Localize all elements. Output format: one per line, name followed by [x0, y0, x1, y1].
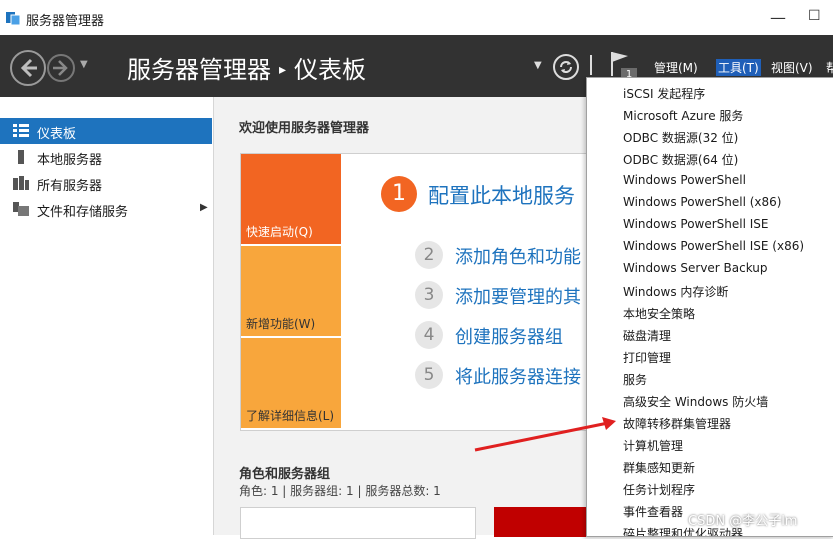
menu-tools[interactable]: 工具(T) — [716, 59, 761, 76]
menu-item-services[interactable]: 服务 — [623, 371, 647, 388]
tile-label: 新增功能(W) — [246, 317, 316, 331]
arrow-right-icon — [53, 60, 68, 76]
dashboard-icon — [13, 124, 29, 137]
sidebar-item-file-storage[interactable]: 文件和存储服务 ▶ — [0, 196, 212, 222]
breadcrumb-separator: ▸ — [279, 62, 287, 78]
sidebar-item-all-servers[interactable]: 所有服务器 — [0, 170, 212, 196]
menu-item-computer-management[interactable]: 计算机管理 — [623, 437, 683, 454]
role-card[interactable] — [240, 507, 476, 539]
header-divider — [590, 55, 592, 75]
annotation-arrow-icon — [474, 417, 616, 452]
watermark: CSDN @李公子lm — [688, 514, 798, 529]
sidebar-item-label: 本地服务器 — [37, 153, 103, 168]
tile-label: 快速启动(Q) — [246, 225, 313, 239]
menu-item-memory-diagnostic[interactable]: Windows 内存诊断 — [623, 283, 728, 300]
breadcrumb-root[interactable]: 服务器管理器 — [127, 56, 271, 84]
sidebar-item-label: 所有服务器 — [37, 179, 103, 194]
tile-label: 了解详细信息(L) — [246, 409, 335, 423]
step-number: 5 — [415, 361, 443, 389]
tile-whats-new[interactable]: 新增功能(W) — [241, 246, 341, 336]
menu-item-cluster-aware-updating[interactable]: 群集感知更新 — [623, 459, 695, 476]
menu-item-odbc32[interactable]: ODBC 数据源(32 位) — [623, 129, 738, 146]
chevron-right-icon[interactable]: ▶ — [200, 202, 208, 213]
maximize-icon[interactable]: ☐ — [808, 8, 821, 24]
menu-item-firewall[interactable]: 高级安全 Windows 防火墙 — [623, 393, 768, 410]
storage-icon — [13, 202, 29, 216]
sidebar-item-dashboard[interactable]: 仪表板 — [0, 118, 212, 144]
window-title: 服务器管理器 — [26, 14, 105, 29]
tile-quick-start[interactable]: 快速启动(Q) — [241, 154, 341, 244]
roles-summary: 角色: 1 | 服务器组: 1 | 服务器总数: 1 — [239, 484, 441, 498]
header-dropdown-icon[interactable]: ▼ — [534, 60, 542, 71]
menu-item-task-scheduler[interactable]: 任务计划程序 — [623, 481, 695, 498]
breadcrumb: 服务器管理器 ▸ 仪表板 — [127, 50, 366, 85]
menu-item-azure[interactable]: Microsoft Azure 服务 — [623, 107, 743, 124]
step-number: 4 — [415, 321, 443, 349]
history-dropdown-icon[interactable]: ▼ — [80, 59, 88, 70]
sidebar-item-label: 文件和存储服务 — [37, 205, 129, 220]
menu-item-server-backup[interactable]: Windows Server Backup — [623, 261, 768, 275]
roles-section-title: 角色和服务器组 — [239, 467, 331, 482]
servers-icon — [13, 176, 29, 190]
menu-item-iscsi[interactable]: iSCSI 发起程序 — [623, 85, 705, 102]
refresh-icon — [560, 61, 572, 73]
step-link-add-roles[interactable]: 添加角色和功能 — [455, 243, 581, 269]
arrow-left-icon — [20, 58, 37, 78]
step-number: 3 — [415, 281, 443, 309]
menu-item-powershell[interactable]: Windows PowerShell — [623, 173, 746, 187]
server-icon — [18, 150, 24, 164]
step-link-create-group[interactable]: 创建服务器组 — [455, 323, 563, 349]
menu-help[interactable]: 帮 — [826, 59, 833, 76]
menu-item-powershell-ise-x86[interactable]: Windows PowerShell ISE (x86) — [623, 239, 804, 253]
step-link-connect-cloud[interactable]: 将此服务器连接 — [455, 363, 581, 389]
menu-item-odbc64[interactable]: ODBC 数据源(64 位) — [623, 151, 738, 168]
forward-button[interactable] — [47, 54, 75, 82]
back-button[interactable] — [10, 50, 46, 86]
menu-item-powershell-x86[interactable]: Windows PowerShell (x86) — [623, 195, 781, 209]
sidebar: 仪表板 本地服务器 所有服务器 文件和存储服务 ▶ — [0, 97, 214, 535]
menu-item-local-security-policy[interactable]: 本地安全策略 — [623, 305, 695, 322]
server-manager-app-icon — [6, 12, 21, 26]
menu-item-powershell-ise[interactable]: Windows PowerShell ISE — [623, 217, 769, 231]
welcome-heading: 欢迎使用服务器管理器 — [239, 121, 370, 136]
tools-menu: iSCSI 发起程序 Microsoft Azure 服务 ODBC 数据源(3… — [586, 77, 833, 537]
menu-manage[interactable]: 管理(M) — [654, 59, 698, 76]
step-number: 1 — [381, 176, 417, 212]
step-link-configure[interactable]: 配置此本地服务 — [428, 180, 575, 210]
step-link-add-servers[interactable]: 添加要管理的其 — [455, 283, 581, 309]
refresh-button[interactable] — [553, 54, 579, 80]
step-number: 2 — [415, 241, 443, 269]
minimize-icon[interactable]: — — [770, 8, 786, 27]
menu-item-print-management[interactable]: 打印管理 — [623, 349, 671, 366]
sidebar-item-label: 仪表板 — [37, 127, 77, 142]
title-bar: 服务器管理器 — ☐ — [0, 0, 833, 35]
menu-view[interactable]: 视图(V) — [771, 59, 813, 76]
sidebar-item-local-server[interactable]: 本地服务器 — [0, 144, 212, 170]
menu-item-event-viewer[interactable]: 事件查看器 — [623, 503, 683, 520]
menu-item-disk-cleanup[interactable]: 磁盘清理 — [623, 327, 671, 344]
tile-learn-more[interactable]: 了解详细信息(L) — [241, 338, 341, 428]
menu-item-failover-cluster-manager[interactable]: 故障转移群集管理器 — [623, 415, 731, 432]
breadcrumb-current: 仪表板 — [294, 56, 367, 84]
